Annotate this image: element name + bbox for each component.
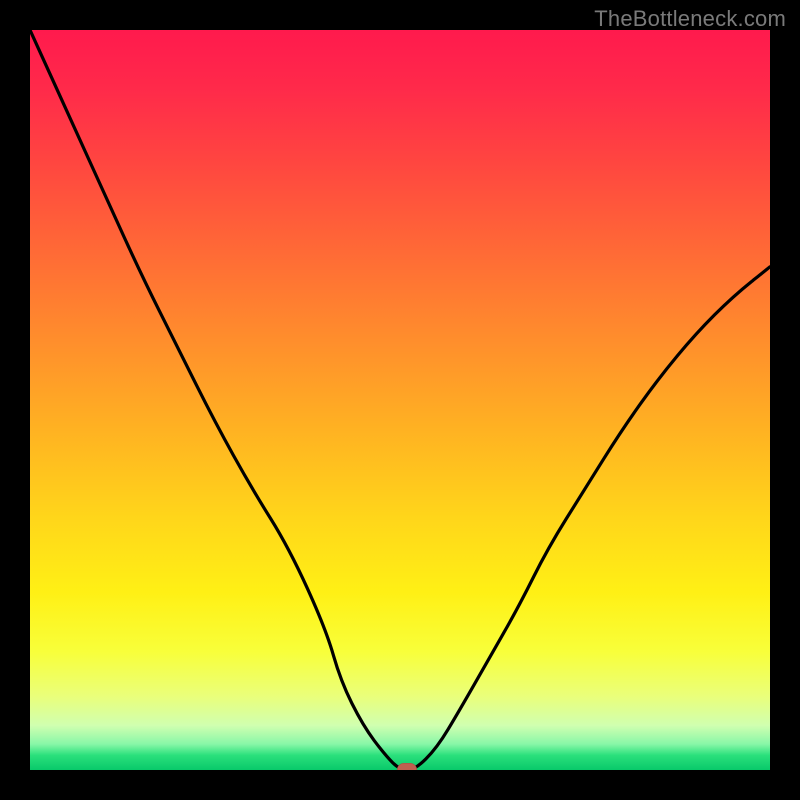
watermark-text: TheBottleneck.com xyxy=(594,6,786,32)
chart-frame: TheBottleneck.com xyxy=(0,0,800,800)
minimum-marker xyxy=(397,763,417,770)
plot-area xyxy=(30,30,770,770)
bottleneck-curve xyxy=(30,30,770,770)
